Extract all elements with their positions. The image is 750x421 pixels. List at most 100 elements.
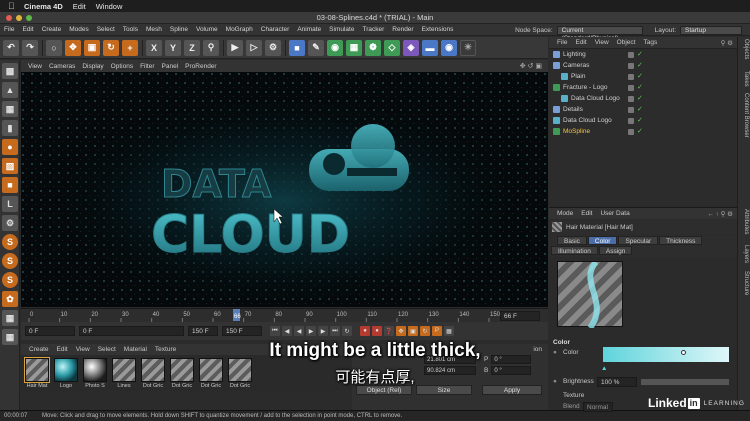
viewport-menu-prorender[interactable]: ProRender [185,63,216,70]
menu-simulate[interactable]: Simulate [325,26,358,33]
object-name[interactable]: Plain [571,73,585,80]
enable-axis-icon[interactable]: L [2,196,18,212]
enabled-check-icon[interactable]: ✓ [637,94,643,102]
field-icon[interactable]: ◈ [403,39,419,56]
scale-tool-icon[interactable]: ▣ [84,39,100,56]
blend-select[interactable]: Normal [583,402,613,412]
render-picture-viewer-icon[interactable]: ▷ [246,39,262,56]
visibility-dot-icon[interactable] [628,62,634,69]
menu-extensions[interactable]: Extensions [418,26,458,33]
z-axis-button[interactable]: Z [184,39,200,56]
obj-nav-icons[interactable]: ⚲ ⚙ [721,39,733,47]
obj-menu-file[interactable]: File [557,39,567,46]
side-tab-takes[interactable]: Takes [743,71,749,87]
prev-key-icon[interactable]: ◀ [282,326,292,336]
menu-mesh[interactable]: Mesh [142,26,166,33]
visibility-dot-icon[interactable] [628,51,634,58]
object-row[interactable]: Details ✓ [549,104,737,115]
tab-assign[interactable]: Assign [598,246,633,255]
object-name[interactable]: Cameras [563,62,589,69]
visibility-dot-icon[interactable] [628,95,634,102]
enabled-check-icon[interactable]: ✓ [637,50,643,58]
key-scale-icon[interactable]: ▣ [408,326,418,336]
obj-menu-tags[interactable]: Tags [643,39,657,46]
enabled-check-icon[interactable]: ✓ [637,72,643,80]
array-icon[interactable]: ▦ [346,39,362,56]
quantize-icon[interactable]: S [2,272,18,288]
goto-start-icon[interactable]: ⏮ [270,326,280,336]
polygons-mode-icon[interactable]: ■ [2,177,18,193]
viewport-menu-panel[interactable]: Panel [162,63,179,70]
menu-select[interactable]: Select [93,26,119,33]
attr-menu-user-data[interactable]: User Data [600,210,629,217]
play-backward-icon[interactable]: ◀ [294,326,304,336]
object-row[interactable]: Cameras ✓ [549,60,737,71]
attr-menu-mode[interactable]: Mode [557,210,573,217]
menu-mograph[interactable]: MoGraph [222,26,257,33]
recent-tools-icon[interactable]: + [122,39,138,56]
object-row[interactable]: Data Cloud Logo ✓ [549,93,737,104]
keyframe-selection-icon[interactable]: ❓ [384,326,394,336]
attr-nav-icons[interactable]: ← ↑ ⚲ ⚙ [707,210,733,218]
side-tab-attributes[interactable]: Attributes [743,209,749,234]
snap-icon[interactable]: S [2,234,18,250]
visibility-dot-icon[interactable] [628,73,634,80]
subdivision-icon[interactable]: ◉ [327,39,343,56]
play-forward-icon[interactable]: ▶ [306,326,316,336]
pen-spline-icon[interactable]: ✎ [308,39,324,56]
points-mode-icon[interactable]: ● [2,139,18,155]
viewport-menu-view[interactable]: View [28,63,42,70]
menu-animate[interactable]: Animate [293,26,325,33]
move-tool-icon[interactable]: ✥ [65,39,81,56]
object-row[interactable]: MoSpline ✓ [549,126,737,137]
obj-menu-edit[interactable]: Edit [575,39,586,46]
visibility-dot-icon[interactable] [628,117,634,124]
current-frame-input[interactable]: 0 F [79,326,184,336]
object-name[interactable]: MoSpline [563,128,590,135]
y-axis-button[interactable]: Y [165,39,181,56]
menu-character[interactable]: Character [257,26,294,33]
edges-mode-icon[interactable]: ▨ [2,158,18,174]
layout-select[interactable]: Startup [680,25,742,35]
object-row[interactable]: Fracture - Logo ✓ [549,82,737,93]
menu-volume[interactable]: Volume [192,26,222,33]
cloner-icon[interactable]: ❁ [365,39,381,56]
workplane-icon[interactable]: ▮ [2,120,18,136]
visibility-dot-icon[interactable] [628,128,634,135]
render-settings-icon[interactable]: ⚙ [265,39,281,56]
object-name[interactable]: Details [563,106,583,113]
menu-file[interactable]: File [0,26,18,33]
mac-menu-edit[interactable]: Edit [73,2,86,11]
deformer-icon[interactable]: ◇ [384,39,400,56]
mac-menu-app[interactable]: Cinema 4D [24,2,63,11]
object-row[interactable]: Lighting ✓ [549,49,737,60]
tab-basic[interactable]: Basic [557,236,587,245]
floor-icon[interactable]: ▬ [422,39,438,56]
side-tab-objects[interactable]: Objects [743,39,749,59]
preview-end-field[interactable]: 150 F [188,326,218,336]
menu-tools[interactable]: Tools [119,26,142,33]
texture-mode-icon[interactable]: ▦ [2,101,18,117]
key-pla-icon[interactable]: ▦ [444,326,454,336]
cube-icon[interactable]: ■ [289,39,305,56]
timeline-ruler[interactable]: 0 10 20 30 40 50 60 70 80 90 100 110 120 130 140 150 66… [21,308,548,323]
live-selection-icon[interactable]: ○ [46,39,62,56]
3d-viewport[interactable]: DATA CLOUD [21,72,548,307]
enabled-check-icon[interactable]: ✓ [637,83,643,91]
record-icon[interactable]: ● [360,326,370,336]
tweak-mode-icon[interactable]: ⚙ [2,215,18,231]
make-editable-icon[interactable]: ▩ [2,63,18,79]
enabled-check-icon[interactable]: ✓ [637,105,643,113]
visibility-dot-icon[interactable] [628,106,634,113]
loop-icon[interactable]: ↻ [342,326,352,336]
visibility-dot-icon[interactable] [628,84,634,91]
object-name[interactable]: Data Cloud Logo [571,95,620,102]
light-icon[interactable]: ☀ [460,39,476,56]
menu-modes[interactable]: Modes [65,26,93,33]
tab-illumination[interactable]: Illumination [551,246,598,255]
menu-spline[interactable]: Spline [166,26,192,33]
tab-specular[interactable]: Specular [618,236,659,245]
rotate-tool-icon[interactable]: ↻ [103,39,119,56]
menu-tracker[interactable]: Tracker [358,26,388,33]
goto-end-icon[interactable]: ⏭ [330,326,340,336]
